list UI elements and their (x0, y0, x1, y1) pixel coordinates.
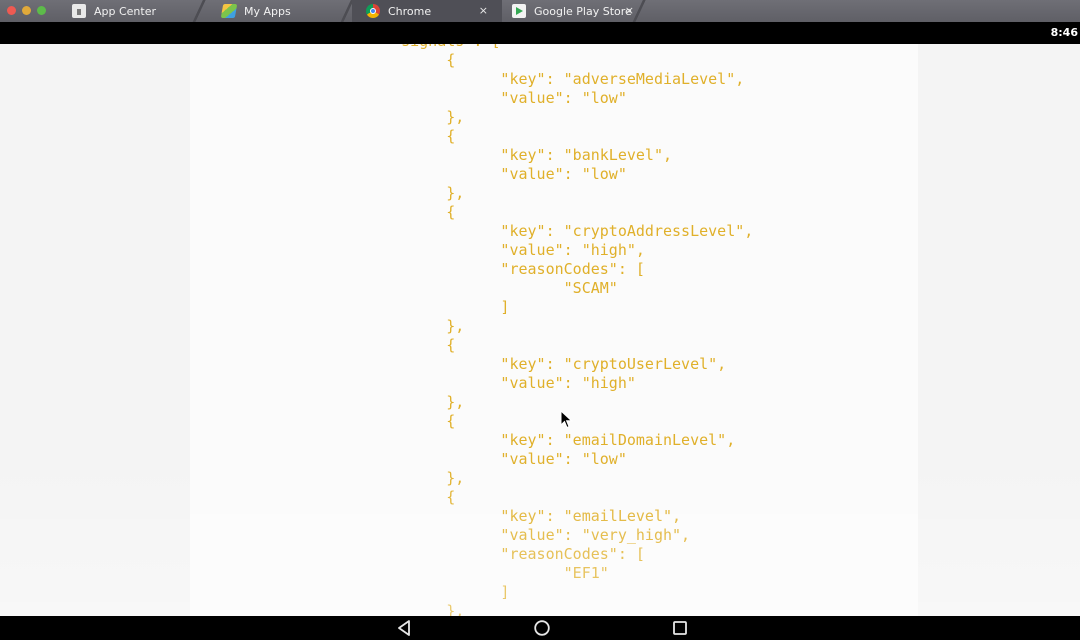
code-line: { (374, 412, 456, 430)
code-line: }, (374, 108, 465, 126)
code-line: "key": "cryptoUserLevel", (374, 355, 727, 373)
code-line: "value": "high", (374, 241, 645, 259)
back-icon[interactable] (396, 619, 414, 637)
code-line: { (374, 51, 456, 69)
tab-close-icon[interactable]: × (479, 3, 488, 19)
code-line: "value": "very_high", (374, 526, 691, 544)
tab-label: Google Play Store (534, 4, 632, 18)
json-document[interactable]: "signals": [ { "key": "adverseMediaLevel… (190, 44, 918, 616)
play-store-icon (512, 4, 526, 18)
code-line: }, (374, 317, 465, 335)
tab-my-apps[interactable]: My Apps (208, 0, 356, 22)
code-line: { (374, 488, 456, 506)
window-minimize-button[interactable] (22, 6, 31, 15)
code-line: "value": "low" (374, 450, 627, 468)
tab-label: App Center (94, 4, 157, 18)
status-clock: 8:46 (1050, 26, 1078, 39)
window-maximize-button[interactable] (37, 6, 46, 15)
code-line: }, (374, 393, 465, 411)
mouse-cursor-icon (560, 410, 573, 429)
code-line: "EF1" (374, 564, 609, 582)
code-line: "SCAM" (374, 279, 618, 297)
chrome-icon (366, 4, 380, 18)
code-line: "reasonCodes": [ (374, 260, 645, 278)
tab-label: Chrome (388, 4, 432, 18)
code-line: }, (374, 469, 465, 487)
tab-google-play-store[interactable]: Google Play Store × (498, 0, 648, 22)
code-line: { (374, 127, 456, 145)
app-center-icon (72, 4, 86, 18)
json-code-block: "signals": [ { "key": "adverseMediaLevel… (190, 44, 918, 616)
code-line: ] (374, 298, 510, 316)
code-line: ] (374, 583, 510, 601)
tab-chrome[interactable]: Chrome × (352, 0, 502, 22)
code-line: }, (374, 184, 465, 202)
code-line: { (374, 203, 456, 221)
code-line: "reasonCodes": [ (374, 545, 645, 563)
code-line: }, (374, 602, 465, 616)
code-line: "key": "emailDomainLevel", (374, 431, 736, 449)
code-line: "key": "bankLevel", (374, 146, 673, 164)
navigation-bar (0, 616, 1080, 640)
recent-apps-icon[interactable] (671, 619, 689, 637)
tab-app-center[interactable]: App Center (58, 0, 208, 22)
tab-label: My Apps (244, 4, 291, 18)
window-close-button[interactable] (7, 6, 16, 15)
code-line: "key": "adverseMediaLevel", (374, 70, 745, 88)
my-apps-icon (220, 4, 238, 18)
code-line: "key": "cryptoAddressLevel", (374, 222, 754, 240)
code-line: "value": "low" (374, 165, 627, 183)
home-icon[interactable] (533, 619, 551, 637)
code-line: "key": "emailLevel", (374, 507, 682, 525)
code-line: { (374, 336, 456, 354)
status-bar: 8:46 (0, 22, 1080, 44)
browser-content[interactable]: "signals": [ { "key": "adverseMediaLevel… (0, 44, 1080, 616)
bluestacks-window: App Center My Apps Chrome × Google Play … (0, 0, 1080, 640)
code-line: "value": "high" (374, 374, 636, 392)
tab-strip: App Center My Apps Chrome × Google Play … (0, 0, 1080, 22)
code-line: "signals": [ (374, 44, 500, 51)
code-line: "value": "low" (374, 89, 627, 107)
